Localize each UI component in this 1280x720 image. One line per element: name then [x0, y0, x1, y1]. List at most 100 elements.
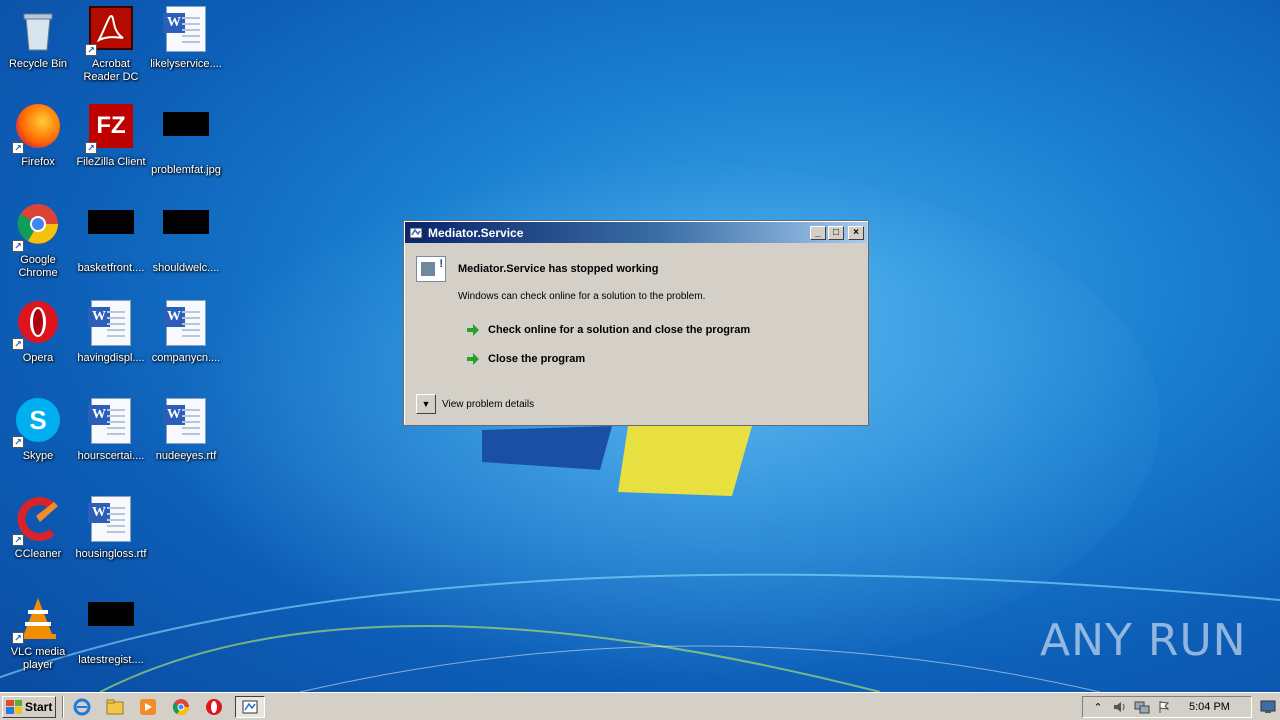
desktop-icon-shouldwelc[interactable]: shouldwelc....: [148, 196, 224, 288]
desktop-icon-companycn[interactable]: W companycn....: [148, 294, 224, 386]
start-button[interactable]: Start: [2, 695, 56, 718]
explorer-icon: [106, 699, 124, 714]
action-center-flag-icon[interactable]: [1155, 699, 1173, 715]
vlc-icon: ↗: [12, 594, 62, 644]
file-icon: [87, 210, 135, 258]
taskbar-opera[interactable]: [202, 696, 226, 718]
desktop-icon-skype[interactable]: S ↗ Skype: [0, 392, 76, 484]
desktop-icon-basketfront[interactable]: basketfront....: [73, 196, 149, 288]
shortcut-arrow-icon: ↗: [12, 240, 24, 252]
minimize-button[interactable]: _: [810, 225, 826, 240]
option-label: Close the program: [488, 353, 586, 365]
close-program-option[interactable]: Close the program: [466, 352, 585, 366]
desktop-icon-label: VLC media player: [10, 646, 66, 671]
anyrun-watermark: ANY RUN: [1040, 610, 1247, 670]
image-file-icon: [162, 112, 210, 160]
desktop-icon-latestregist[interactable]: latestregist....: [73, 588, 149, 680]
chrome-icon: [172, 698, 190, 715]
taskbar-ie[interactable]: [70, 696, 94, 718]
desktop-icon-filezilla[interactable]: FZ ↗ FileZilla Client: [73, 98, 149, 190]
details-label: View problem details: [442, 398, 535, 410]
desktop-icon-nudeeyes[interactable]: W nudeeyes.rtf: [148, 392, 224, 484]
taskbar-explorer[interactable]: [103, 696, 127, 718]
maximize-button[interactable]: □: [828, 225, 844, 240]
desktop-icon-vlc[interactable]: ↗ VLC media player: [0, 588, 76, 680]
taskbar-clock[interactable]: 5:04 PM: [1189, 701, 1230, 713]
start-label: Start: [25, 699, 53, 714]
desktop-icon-label: latestregist....: [78, 654, 144, 666]
desktop-icon-likelyservice[interactable]: W likelyservice....: [148, 0, 224, 92]
desktop-icon-housingloss[interactable]: W housingloss.rtf: [73, 490, 149, 582]
desktop-icon-label: basketfront....: [77, 262, 145, 274]
desktop-icon-ccleaner[interactable]: ↗ CCleaner: [0, 490, 76, 582]
check-online-option[interactable]: Check online for a solution and close th…: [466, 323, 750, 337]
shortcut-arrow-icon: ↗: [12, 142, 24, 154]
desktop-icon-label: Skype: [22, 450, 54, 462]
shortcut-arrow-icon: ↗: [12, 436, 24, 448]
chevron-down-icon[interactable]: ▼: [416, 394, 436, 414]
word-doc-icon: W: [87, 496, 135, 544]
close-button[interactable]: ×: [848, 225, 864, 240]
word-doc-icon: W: [162, 6, 210, 54]
green-arrow-icon: [467, 353, 479, 365]
desktop-icon-label: problemfat.jpg: [151, 164, 221, 176]
show-hidden-icons-icon[interactable]: ⌃: [1089, 699, 1107, 715]
green-arrow-icon: [467, 324, 479, 336]
file-icon: [87, 602, 135, 650]
mediator-service-icon: [409, 226, 423, 240]
media-player-icon: [140, 698, 156, 715]
desktop-icon-opera[interactable]: ↗ Opera: [0, 294, 76, 386]
desktop-icon-label: Opera: [22, 352, 54, 364]
taskbar: Start ⌃ 5:04 PM: [0, 692, 1280, 720]
taskbar-chrome[interactable]: [169, 696, 193, 718]
dialog-header: ! Mediator.Service has stopped working: [416, 256, 659, 282]
ccleaner-icon: ↗: [12, 496, 62, 546]
view-details-toggle[interactable]: ▼ View problem details: [416, 394, 534, 414]
shortcut-arrow-icon: ↗: [12, 534, 24, 546]
opera-icon: [206, 698, 222, 715]
dialog-title: Mediator.Service: [428, 225, 524, 240]
system-tray: ⌃ 5:04 PM: [1082, 696, 1252, 718]
show-desktop-button[interactable]: [1258, 697, 1278, 717]
volume-icon[interactable]: [1111, 699, 1129, 715]
desktop-icon-label: FileZilla Client: [76, 156, 146, 168]
desktop-icon-label: companycn....: [151, 352, 221, 364]
taskbar-media-player[interactable]: [136, 696, 160, 718]
desktop-icon-chrome[interactable]: ↗ Google Chrome: [0, 196, 76, 288]
shortcut-arrow-icon: ↗: [85, 44, 97, 56]
program-window-icon: !: [416, 256, 446, 282]
taskbar-separator: [62, 695, 64, 718]
desktop-icon-label: likelyservice....: [150, 58, 222, 70]
desktop-icon-label: Google Chrome: [18, 254, 58, 279]
desktop-icon-label: havingdispl....: [77, 352, 145, 364]
firefox-icon: ↗: [12, 104, 62, 154]
desktop-icon-hourscertai[interactable]: W hourscertai....: [73, 392, 149, 484]
dialog-titlebar[interactable]: Mediator.Service _ □ ×: [405, 222, 867, 243]
network-icon[interactable]: [1133, 699, 1151, 715]
shortcut-arrow-icon: ↗: [85, 142, 97, 154]
desktop-icon-recycle-bin[interactable]: Recycle Bin: [0, 0, 76, 92]
opera-icon: ↗: [12, 300, 62, 350]
desktop-icon-havingdispl[interactable]: W havingdispl....: [73, 294, 149, 386]
desktop-icon-label: housingloss.rtf: [75, 548, 147, 560]
option-label: Check online for a solution and close th…: [488, 324, 751, 336]
desktop-icon-problemfat[interactable]: problemfat.jpg: [148, 98, 224, 190]
error-dialog[interactable]: Mediator.Service _ □ × ! Mediator.Servic…: [403, 220, 869, 426]
desktop-icon-label: Acrobat Reader DC: [83, 58, 139, 83]
desktop-icon-label: shouldwelc....: [152, 262, 220, 274]
chrome-icon: ↗: [12, 202, 62, 252]
word-doc-icon: W: [87, 300, 135, 348]
windows-logo-icon: [6, 699, 22, 714]
recycle-bin-icon: [14, 6, 62, 54]
desktop-icon-firefox[interactable]: ↗ Firefox: [0, 98, 76, 190]
taskbar-mediator-service[interactable]: [235, 695, 265, 718]
desktop-icon-label: nudeeyes.rtf: [155, 450, 217, 462]
desktop-icon-acrobat[interactable]: ↗ Acrobat Reader DC: [73, 0, 149, 92]
dialog-heading: Mediator.Service has stopped working: [458, 263, 659, 275]
acrobat-icon: ↗: [85, 6, 135, 56]
dialog-message: Windows can check online for a solution …: [458, 291, 706, 302]
skype-icon: S ↗: [12, 398, 62, 448]
watermark-text: ANY RUN: [1040, 614, 1247, 666]
shortcut-arrow-icon: ↗: [12, 338, 24, 350]
desktop-icon-label: Firefox: [21, 156, 55, 168]
